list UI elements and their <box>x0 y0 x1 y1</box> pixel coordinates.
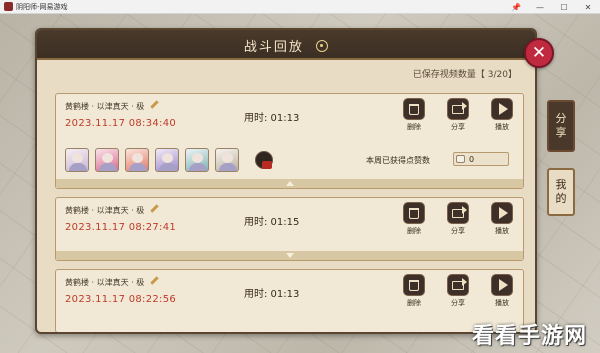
replay-record[interactable]: 黄鹤楼 · 以津真天 · 极 2023.11.17 08:34:40 用时: 0… <box>55 93 524 189</box>
record-datetime: 2023.11.17 08:34:40 <box>65 118 177 129</box>
share-icon <box>447 202 469 224</box>
share-label: 分享 <box>451 299 465 307</box>
player-info: 黄鹤楼 · 以津真天 · 极 <box>65 101 159 112</box>
delete-button[interactable]: 删除 <box>394 202 434 236</box>
expand-arrow-icon[interactable] <box>286 253 294 258</box>
tab-share[interactable]: 分 享 <box>547 100 575 152</box>
share-label: 分享 <box>451 227 465 235</box>
play-button[interactable]: 播放 <box>482 202 522 236</box>
record-actions: 删除 分享 播放 <box>394 202 526 236</box>
close-dialog-button[interactable]: ✕ <box>524 38 554 68</box>
replay-record[interactable]: 黄鹤楼 · 以津真天 · 极 2023.11.17 08:27:41 用时: 0… <box>55 197 524 261</box>
watermark: 看看手游网 <box>472 324 588 349</box>
share-icon <box>447 98 469 120</box>
trash-icon <box>403 98 425 120</box>
collapse-arrow-icon[interactable] <box>286 181 294 186</box>
player-name: 黄鹤楼 · 以津真天 · 极 <box>65 206 145 215</box>
replay-record[interactable]: 黄鹤楼 · 以津真天 · 极 2023.11.17 08:22:56 用时: 0… <box>55 269 526 332</box>
player-name: 黄鹤楼 · 以津真天 · 极 <box>65 102 145 111</box>
tab-mine-char: 的 <box>555 192 567 205</box>
trash-icon <box>403 274 425 296</box>
window-titlebar: 阴阳师-网易游戏 📌 — ☐ ✕ <box>0 0 600 14</box>
record-datetime: 2023.11.17 08:22:56 <box>65 294 177 305</box>
delete-button[interactable]: 删除 <box>394 274 434 308</box>
window-controls: 📌 — ☐ ✕ <box>504 0 600 14</box>
play-button[interactable]: 播放 <box>482 98 522 132</box>
hero-portrait[interactable] <box>185 148 209 172</box>
play-icon <box>491 98 513 120</box>
hero-portrait[interactable] <box>95 148 119 172</box>
hero-portrait[interactable] <box>125 148 149 172</box>
delete-button[interactable]: 删除 <box>394 98 434 132</box>
likes-label: 本周已获得点赞数 <box>366 156 430 165</box>
delete-label: 删除 <box>407 299 421 307</box>
play-label: 播放 <box>495 299 509 307</box>
maximize-button[interactable]: ☐ <box>552 0 576 14</box>
share-button[interactable]: 分享 <box>438 202 478 236</box>
share-button[interactable]: 分享 <box>438 98 478 132</box>
record-actions: 删除 分享 播放 <box>394 274 526 308</box>
record-duration: 用时: 01:13 <box>244 289 300 300</box>
record-datetime: 2023.11.17 08:27:41 <box>65 222 177 233</box>
minimize-button[interactable]: — <box>528 0 552 14</box>
app-icon <box>4 2 13 11</box>
battle-replay-dialog: 战斗回放 已保存视频数量【 3/20】 黄鹤楼 · 以津真天 · 极 2023.… <box>35 28 537 334</box>
hero-portrait[interactable] <box>155 148 179 172</box>
hero-portrait[interactable] <box>65 148 89 172</box>
likes-count: 0 <box>469 154 475 164</box>
onmyoji-badge-icon[interactable] <box>255 151 273 169</box>
window-title: 阴阳师-网易游戏 <box>16 2 68 11</box>
tab-mine-char: 我 <box>555 178 567 191</box>
edit-icon[interactable] <box>150 101 159 110</box>
dialog-title: 战斗回放 <box>243 40 304 55</box>
tab-share-char: 享 <box>555 126 567 139</box>
share-label: 分享 <box>451 123 465 131</box>
share-icon <box>447 274 469 296</box>
trash-icon <box>403 202 425 224</box>
help-icon[interactable] <box>316 40 329 52</box>
record-actions: 删除 分享 播放 <box>394 98 526 132</box>
pin-icon[interactable]: 📌 <box>504 0 528 14</box>
play-icon <box>491 274 513 296</box>
delete-label: 删除 <box>407 227 421 235</box>
player-info: 黄鹤楼 · 以津真天 · 极 <box>65 205 159 216</box>
play-label: 播放 <box>495 227 509 235</box>
record-duration: 用时: 01:15 <box>244 217 300 228</box>
replay-list: 黄鹤楼 · 以津真天 · 极 2023.11.17 08:34:40 用时: 0… <box>55 93 526 332</box>
player-name: 黄鹤楼 · 以津真天 · 极 <box>65 278 145 287</box>
play-icon <box>491 202 513 224</box>
edit-icon[interactable] <box>150 205 159 214</box>
player-info: 黄鹤楼 · 以津真天 · 极 <box>65 277 159 288</box>
thumbs-up-icon <box>456 155 465 163</box>
saved-count: 已保存视频数量【 3/20】 <box>412 70 517 80</box>
record-duration: 用时: 01:13 <box>244 113 300 124</box>
play-label: 播放 <box>495 123 509 131</box>
dialog-title-wrap: 战斗回放 <box>37 36 535 55</box>
close-window-button[interactable]: ✕ <box>576 0 600 14</box>
hero-lineup <box>65 148 245 172</box>
delete-label: 删除 <box>407 123 421 131</box>
share-button[interactable]: 分享 <box>438 274 478 308</box>
dialog-header: 战斗回放 <box>37 30 535 60</box>
tab-mine[interactable]: 我 的 <box>547 168 575 216</box>
hero-portrait[interactable] <box>215 148 239 172</box>
play-button[interactable]: 播放 <box>482 274 522 308</box>
edit-icon[interactable] <box>150 277 159 286</box>
likes-counter: 0 <box>453 152 509 166</box>
tab-share-char: 分 <box>555 112 567 125</box>
